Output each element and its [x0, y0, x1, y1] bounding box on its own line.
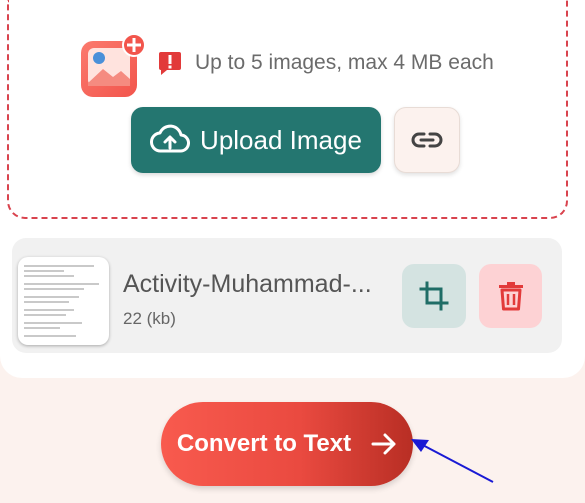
upload-image-label: Upload Image — [200, 124, 362, 155]
cloud-upload-icon — [150, 124, 191, 153]
convert-to-text-button[interactable]: Convert to Text — [161, 402, 413, 486]
file-thumbnail — [18, 257, 109, 345]
delete-file-button[interactable] — [479, 264, 542, 328]
link-upload-button[interactable] — [394, 107, 460, 173]
trash-icon — [498, 282, 523, 311]
warning-icon — [159, 52, 181, 75]
annotation-arrow — [411, 439, 494, 483]
crop-icon — [419, 281, 449, 311]
file-size: 22 (kb) — [123, 309, 176, 328]
upload-card: Up to 5 images, max 4 MB each Upload Ima… — [0, 0, 585, 378]
arrow-right-icon — [371, 433, 396, 455]
convert-to-text-label: Convert to Text — [176, 430, 352, 457]
drop-zone[interactable]: Up to 5 images, max 4 MB each Upload Ima… — [7, 0, 568, 219]
file-name: Activity-Muhammad-... — [123, 270, 372, 298]
upload-limit-text: Up to 5 images, max 4 MB each — [195, 51, 494, 74]
link-icon — [411, 132, 443, 148]
crop-button[interactable] — [402, 264, 466, 328]
upload-image-button[interactable]: Upload Image — [131, 107, 381, 173]
uploaded-file-item: Activity-Muhammad-... 22 (kb) — [12, 238, 562, 353]
image-add-icon — [81, 33, 146, 97]
